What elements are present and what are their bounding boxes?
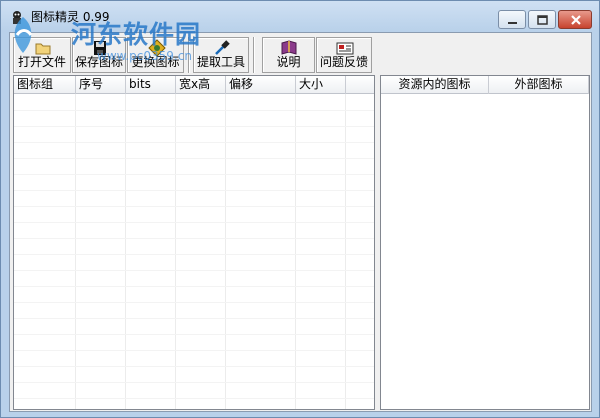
icon-group-list[interactable]: 图标组 序号 bits 宽x高 偏移 大小 [13, 75, 375, 410]
row-line [14, 158, 374, 159]
help-button[interactable]: 说明 [262, 37, 315, 73]
row-line [14, 366, 374, 367]
column-header-size-wh[interactable]: 宽x高 [176, 76, 226, 94]
app-icon [13, 11, 21, 24]
column-header-external-icons[interactable]: 外部图标 [489, 76, 589, 94]
app-window: 图标精灵 0.99 打开文件 保存图标 更换图标 提取工具 说明 问题反馈 图标… [0, 0, 600, 418]
row-line [14, 254, 374, 255]
row-line [14, 238, 374, 239]
icon-preview-list[interactable]: 资源内的图标 外部图标 [380, 75, 590, 410]
row-line [14, 382, 374, 383]
minimize-icon [508, 22, 517, 24]
row-line [14, 270, 374, 271]
icon-preview-list-header: 资源内的图标 外部图标 [381, 76, 589, 94]
column-header-index[interactable]: 序号 [76, 76, 126, 94]
open-file-button[interactable]: 打开文件 [13, 37, 71, 73]
row-line [14, 174, 374, 175]
client-area: 打开文件 保存图标 更换图标 提取工具 说明 问题反馈 图标组 序号 bits … [9, 32, 592, 412]
toolbar-separator [188, 37, 190, 73]
row-line [14, 398, 374, 399]
extract-tool-label: 提取工具 [196, 55, 245, 69]
column-header-resource-icons[interactable]: 资源内的图标 [381, 76, 489, 94]
open-file-label: 打开文件 [17, 55, 66, 69]
minimize-button[interactable] [498, 10, 526, 29]
maximize-button[interactable] [528, 10, 556, 29]
toolbar-separator [253, 37, 255, 73]
save-icon-button[interactable]: 保存图标 [72, 37, 126, 73]
row-line [14, 286, 374, 287]
row-line [14, 222, 374, 223]
close-button[interactable] [558, 10, 592, 29]
help-label: 说明 [276, 55, 301, 69]
column-header-bits[interactable]: bits [126, 76, 176, 94]
feedback-label: 问题反馈 [319, 55, 368, 69]
extract-tool-button[interactable]: 提取工具 [193, 37, 249, 73]
feedback-button[interactable]: 问题反馈 [316, 37, 372, 73]
icon-group-list-header: 图标组 序号 bits 宽x高 偏移 大小 [14, 76, 374, 94]
column-header-size[interactable]: 大小 [296, 76, 346, 94]
save-icon-label: 保存图标 [74, 55, 123, 69]
replace-icon-button[interactable]: 更换图标 [127, 37, 184, 73]
row-line [14, 142, 374, 143]
replace-icon-label: 更换图标 [131, 55, 180, 69]
toolbar: 打开文件 保存图标 更换图标 提取工具 说明 问题反馈 [10, 33, 591, 75]
maximize-icon [537, 15, 548, 25]
row-line [14, 110, 374, 111]
column-header-offset[interactable]: 偏移 [226, 76, 296, 94]
close-icon [571, 15, 581, 25]
row-line [14, 126, 374, 127]
row-line [14, 318, 374, 319]
window-title: 图标精灵 0.99 [31, 10, 110, 24]
row-line [14, 334, 374, 335]
row-line [14, 350, 374, 351]
column-header-icon-group[interactable]: 图标组 [14, 76, 76, 94]
row-line [14, 190, 374, 191]
title-bar[interactable]: 图标精灵 0.99 [1, 1, 599, 31]
row-line [14, 302, 374, 303]
row-line [14, 206, 374, 207]
